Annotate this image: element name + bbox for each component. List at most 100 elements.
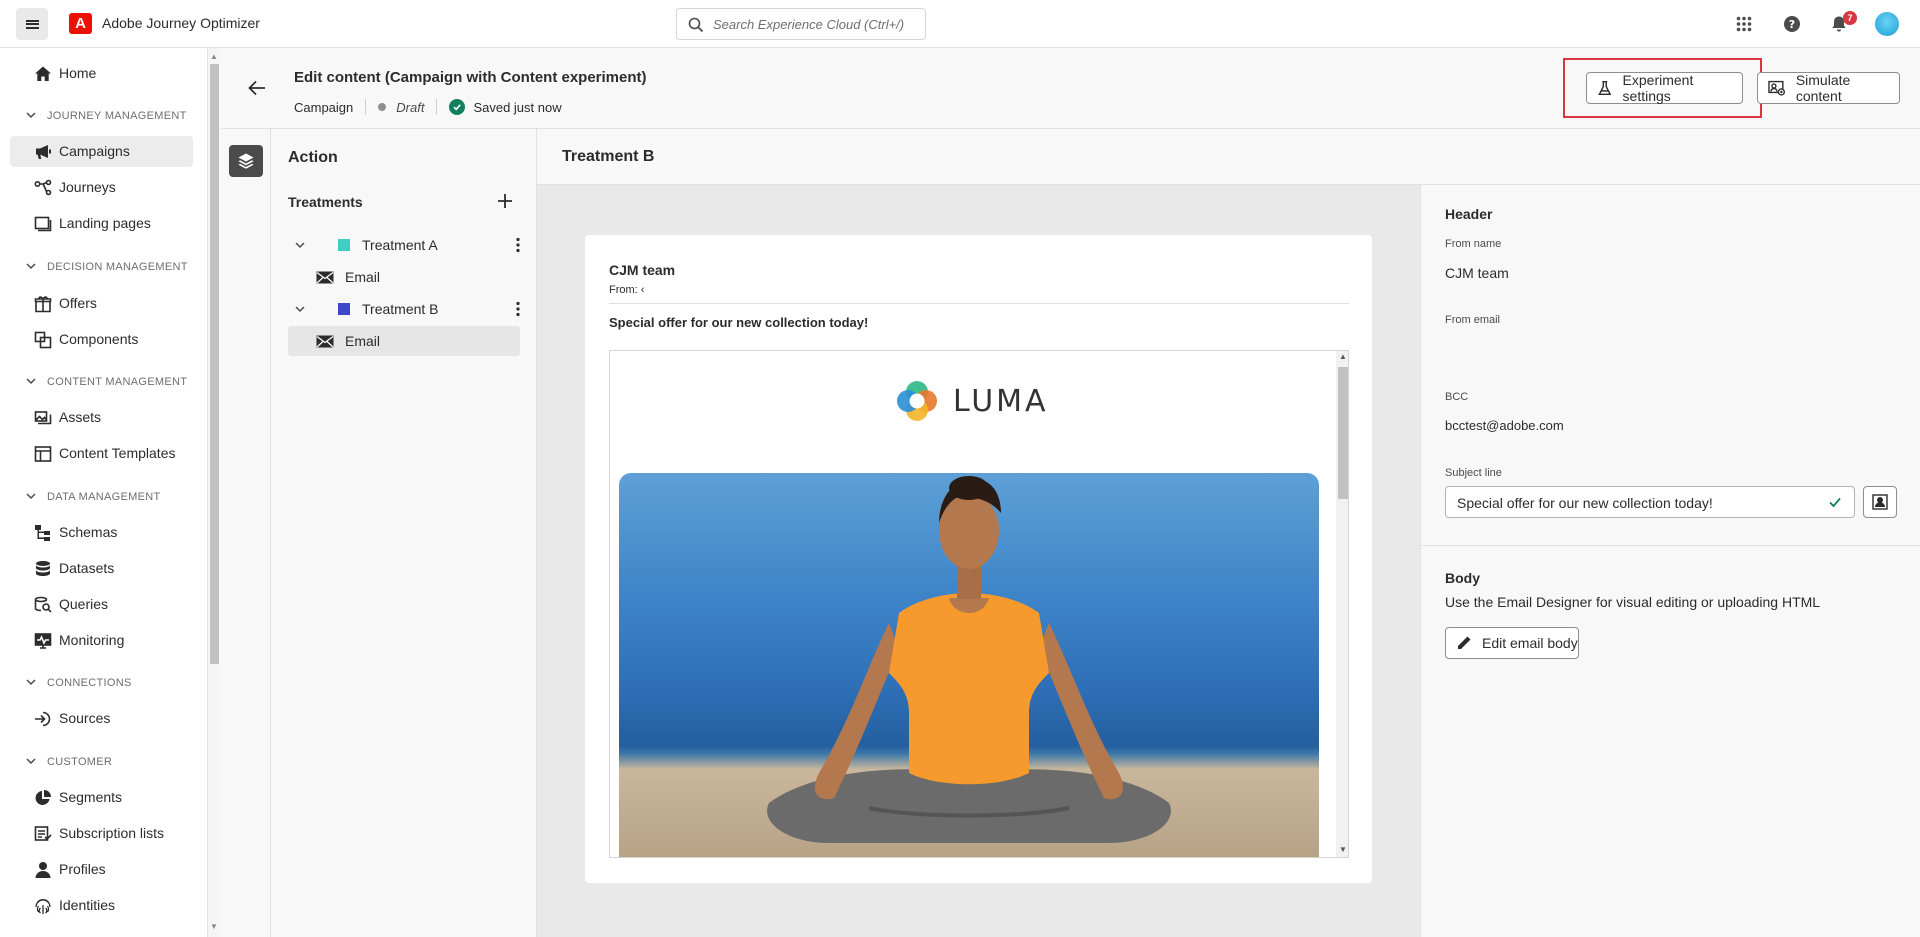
- notification-badge: 7: [1843, 11, 1857, 25]
- treatment-a-row[interactable]: Treatment A: [288, 230, 520, 260]
- monitoring-icon: [34, 633, 52, 649]
- app-name: Adobe Journey Optimizer: [102, 15, 260, 31]
- divider: [436, 99, 438, 115]
- luma-logo-text: LUMA: [953, 383, 1049, 419]
- treatment-b-email-row[interactable]: Email: [288, 326, 520, 356]
- nav-item-landing-pages[interactable]: Landing pages: [10, 208, 193, 239]
- channel-name: Email: [345, 333, 381, 349]
- nav-section-content-management[interactable]: CONTENT MANAGEMENT: [25, 374, 205, 390]
- nav-label: Sources: [59, 710, 111, 726]
- subject-line-field[interactable]: [1445, 486, 1855, 518]
- menu-icon[interactable]: [16, 8, 48, 40]
- preview-scrollbar[interactable]: ▲ ▼: [1336, 351, 1348, 857]
- treatment-name: Treatment A: [362, 237, 438, 253]
- nav-section-journey-management[interactable]: JOURNEY MANAGEMENT: [25, 108, 205, 124]
- nav-item-content-templates[interactable]: Content Templates: [10, 438, 193, 469]
- nav-label: Offers: [59, 295, 97, 311]
- user-avatar[interactable]: [1875, 12, 1899, 36]
- chevron-down-icon[interactable]: [294, 303, 306, 315]
- divider: [1421, 545, 1920, 546]
- nav-item-sources[interactable]: Sources: [10, 703, 193, 734]
- personalization-icon: [1872, 494, 1888, 510]
- nav-item-campaigns[interactable]: Campaigns: [10, 136, 193, 167]
- back-arrow-icon[interactable]: [245, 76, 269, 100]
- nav-item-home[interactable]: Home: [10, 58, 193, 89]
- nav-item-journeys[interactable]: Journeys: [10, 172, 193, 203]
- pencil-icon: [1458, 636, 1471, 649]
- nav-item-queries[interactable]: Queries: [10, 589, 193, 620]
- divider: [365, 99, 367, 115]
- edit-email-body-button[interactable]: Edit email body: [1445, 627, 1579, 659]
- search-box[interactable]: [676, 8, 926, 40]
- from-name-value[interactable]: CJM team: [1445, 265, 1509, 281]
- nav-item-schemas[interactable]: Schemas: [10, 517, 193, 548]
- more-options-icon[interactable]: [516, 301, 520, 317]
- nav-item-monitoring[interactable]: Monitoring: [10, 625, 193, 656]
- nav-item-profiles[interactable]: Profiles: [10, 854, 193, 885]
- yoga-woman-image: [767, 476, 1171, 843]
- nav-label: Schemas: [59, 524, 118, 540]
- nav-section-decision-management[interactable]: DECISION MANAGEMENT: [25, 259, 205, 275]
- nav-item-subscription-lists[interactable]: Subscription lists: [10, 818, 193, 849]
- experiment-settings-button[interactable]: Experiment settings: [1586, 72, 1743, 104]
- panel-title: Action: [288, 149, 338, 166]
- nav-item-components[interactable]: Components: [10, 324, 193, 355]
- from-email-label: From email: [1445, 314, 1501, 326]
- chevron-down-icon[interactable]: [294, 239, 306, 251]
- beaker-icon: [1598, 80, 1612, 96]
- nav-label: Queries: [59, 596, 109, 612]
- nav-section-label: DATA MANAGEMENT: [47, 491, 161, 503]
- scroll-down-arrow[interactable]: ▼: [1339, 845, 1347, 854]
- checkmark-icon: [1829, 497, 1841, 508]
- nav-section-label: CONNECTIONS: [47, 677, 132, 689]
- header-section-title: Header: [1445, 206, 1493, 222]
- add-treatment-icon[interactable]: [495, 191, 515, 211]
- search-input[interactable]: [713, 15, 918, 34]
- nav-item-datasets[interactable]: Datasets: [10, 553, 193, 584]
- bcc-value[interactable]: bcctest@adobe.com: [1445, 418, 1564, 433]
- nav-label: Profiles: [59, 861, 106, 877]
- treatment-b-row[interactable]: Treatment B: [288, 294, 520, 324]
- treatment-a-email-row[interactable]: Email: [288, 262, 520, 292]
- scroll-thumb[interactable]: [1338, 367, 1348, 499]
- preview-from-name: CJM team: [609, 262, 676, 278]
- nav-scrollbar[interactable]: ▲ ▼: [208, 48, 220, 937]
- nav-section-label: CUSTOMER: [47, 756, 113, 768]
- button-label: Experiment settings: [1622, 72, 1694, 104]
- divider: [609, 303, 1349, 304]
- treatment-color-swatch: [338, 303, 350, 315]
- nav-section-data-management[interactable]: DATA MANAGEMENT: [25, 489, 205, 505]
- schema-icon: [35, 525, 50, 541]
- channel-name: Email: [345, 269, 381, 285]
- subject-line-input[interactable]: [1457, 494, 1817, 512]
- preview-canvas: CJM team From: ‹ Special offer for our n…: [537, 185, 1420, 937]
- help-icon[interactable]: ?: [1780, 12, 1804, 36]
- chevron-down-icon: [26, 112, 36, 119]
- nav-item-identities[interactable]: Identities: [10, 890, 193, 921]
- nav-section-connections[interactable]: CONNECTIONS: [25, 675, 205, 691]
- simulate-content-button[interactable]: Simulate content: [1757, 72, 1900, 104]
- nav-item-offers[interactable]: Offers: [10, 288, 193, 319]
- personalization-button[interactable]: [1863, 486, 1897, 518]
- luma-logo-icon: [897, 381, 937, 421]
- nav-label: Components: [59, 331, 139, 347]
- left-nav: Home JOURNEY MANAGEMENT Campaigns Journe…: [0, 48, 208, 937]
- chevron-down-icon: [26, 378, 36, 385]
- scroll-up-arrow[interactable]: ▲: [1339, 352, 1347, 361]
- more-options-icon[interactable]: [516, 237, 520, 253]
- nav-item-segments[interactable]: Segments: [10, 782, 193, 813]
- scroll-thumb[interactable]: [210, 64, 219, 664]
- treatments-heading: Treatments: [288, 194, 363, 210]
- scroll-up-arrow[interactable]: ▲: [210, 52, 218, 61]
- email-icon: [316, 335, 334, 348]
- scroll-down-arrow[interactable]: ▼: [210, 922, 218, 931]
- nav-section-customer[interactable]: CUSTOMER: [25, 754, 205, 770]
- nav-item-assets[interactable]: Assets: [10, 402, 193, 433]
- layers-icon[interactable]: [229, 145, 263, 177]
- status-dot-icon: [378, 103, 387, 111]
- email-body-preview[interactable]: LUMA ▲ ▼: [609, 350, 1349, 858]
- chevron-down-icon: [26, 263, 36, 270]
- apps-grid-icon[interactable]: [1732, 12, 1756, 36]
- simulate-icon: [1768, 80, 1786, 96]
- editor-area: Treatment B CJM team From: ‹ Special off…: [537, 129, 1920, 937]
